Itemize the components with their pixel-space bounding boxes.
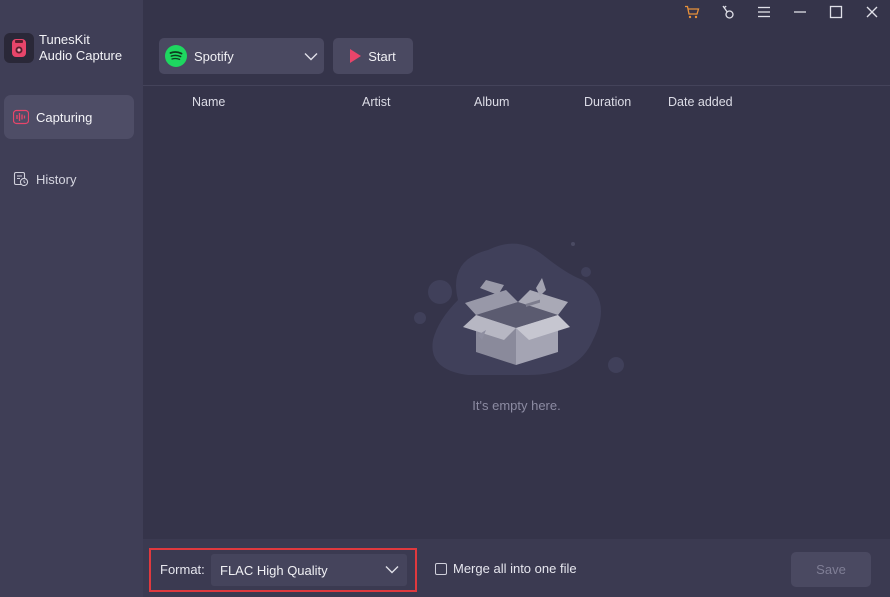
sidebar: TunesKit Audio Capture Capturing History bbox=[0, 0, 143, 597]
source-label: Spotify bbox=[194, 48, 234, 64]
titlebar-controls bbox=[674, 0, 890, 24]
empty-message: It's empty here. bbox=[472, 398, 561, 413]
merge-label: Merge all into one file bbox=[453, 561, 577, 576]
app-name: TunesKit Audio Capture bbox=[39, 32, 122, 64]
column-header-date-added[interactable]: Date added bbox=[668, 95, 733, 109]
spotify-icon bbox=[165, 45, 187, 67]
format-dropdown[interactable]: FLAC High Quality bbox=[211, 554, 407, 586]
close-icon[interactable] bbox=[854, 0, 890, 24]
key-icon[interactable] bbox=[710, 0, 746, 24]
table-header: Name Artist Album Duration Date added bbox=[143, 85, 890, 117]
app-logo-icon bbox=[4, 33, 34, 63]
start-button[interactable]: Start bbox=[333, 38, 413, 74]
column-header-album[interactable]: Album bbox=[474, 95, 509, 109]
merge-checkbox[interactable] bbox=[435, 562, 447, 575]
sidebar-item-history[interactable]: History bbox=[4, 157, 134, 201]
app-name-line2: Audio Capture bbox=[39, 48, 123, 63]
format-value: FLAC High Quality bbox=[220, 562, 328, 578]
menu-icon[interactable] bbox=[746, 0, 782, 24]
column-header-artist[interactable]: Artist bbox=[362, 95, 390, 109]
minimize-icon[interactable] bbox=[782, 0, 818, 24]
column-header-name[interactable]: Name bbox=[192, 95, 225, 109]
brand: TunesKit Audio Capture bbox=[4, 32, 122, 64]
waveform-icon bbox=[12, 108, 30, 126]
start-label: Start bbox=[368, 48, 396, 64]
sidebar-item-label: Capturing bbox=[36, 109, 93, 125]
chevron-down-icon bbox=[385, 562, 399, 577]
column-header-duration[interactable]: Duration bbox=[584, 95, 631, 109]
play-icon bbox=[350, 49, 362, 63]
chevron-down-icon bbox=[304, 52, 318, 61]
footer-bar: Format: FLAC High Quality Merge all into… bbox=[143, 539, 890, 597]
empty-box-icon bbox=[414, 242, 624, 375]
history-icon bbox=[12, 170, 30, 188]
sidebar-item-capturing[interactable]: Capturing bbox=[4, 95, 134, 139]
format-label: Format: bbox=[160, 562, 205, 577]
format-group: Format: FLAC High Quality bbox=[149, 548, 417, 592]
app-name-line1: TunesKit bbox=[39, 32, 90, 47]
source-dropdown[interactable]: Spotify bbox=[159, 38, 324, 74]
cart-icon[interactable] bbox=[674, 0, 710, 24]
main-panel: Spotify Start Name Artist Album Duration… bbox=[143, 0, 890, 597]
maximize-icon[interactable] bbox=[818, 0, 854, 24]
save-button[interactable]: Save bbox=[791, 552, 871, 587]
merge-checkbox-row[interactable]: Merge all into one file bbox=[435, 561, 577, 576]
sidebar-item-label: History bbox=[36, 171, 77, 187]
